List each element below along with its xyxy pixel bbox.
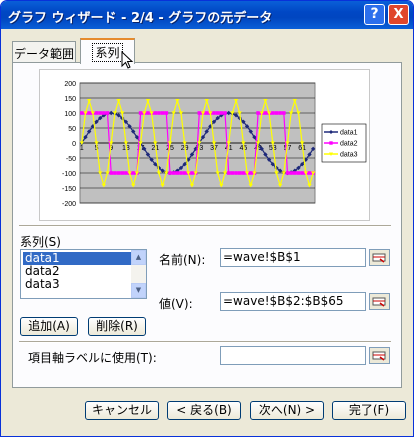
data-point (296, 171, 301, 175)
data-point (171, 171, 176, 175)
name-label: 名前(N): (159, 253, 206, 267)
tab-data-range-label: データ範囲 (13, 47, 74, 61)
legend-label: data2 (340, 141, 358, 148)
data-point (263, 111, 268, 115)
tab-series-label: 系列 (92, 43, 123, 62)
values-range-selector-button[interactable] (369, 293, 390, 310)
remove-series-button[interactable]: 削除(R) (88, 317, 146, 336)
data-point (285, 171, 290, 175)
data-point (98, 111, 102, 115)
data-point (278, 111, 282, 115)
chart-svg: 200150100500-50-100-150-2001 5 9 13 17 21 25 29… (62, 81, 367, 208)
range-selector-icon (372, 253, 386, 263)
y-tick-label: 0 (72, 141, 76, 148)
name-range-selector-button[interactable] (369, 249, 390, 266)
data-point (248, 171, 253, 175)
values-label: 値(V): (159, 297, 193, 311)
data-point (124, 171, 128, 175)
legend-label: data3 (340, 152, 358, 159)
finish-button[interactable]: 完了(F) (332, 401, 406, 420)
data-point (300, 171, 304, 175)
data-point (87, 111, 91, 115)
mouse-pointer-icon (121, 51, 134, 69)
data-point (131, 171, 136, 175)
y-tick-label: 50 (68, 126, 76, 133)
legend-label: data1 (340, 130, 358, 137)
name-field[interactable]: =wave!$B$1 (220, 248, 366, 267)
y-tick-label: -150 (62, 186, 76, 193)
help-button[interactable]: ? (364, 4, 385, 25)
data-point (256, 111, 260, 115)
data-point (113, 171, 117, 175)
data-point (182, 171, 187, 175)
data-point (226, 171, 231, 175)
data-point (168, 171, 172, 175)
data-point (241, 171, 246, 175)
series-list-scrollbar[interactable]: ▲ ▼ (131, 250, 146, 298)
cancel-button[interactable]: キャンセル (85, 401, 159, 420)
data-point (164, 111, 169, 115)
data-point (179, 171, 183, 175)
category-range-selector-button[interactable] (369, 347, 390, 364)
data-point (219, 111, 224, 115)
data-point (307, 171, 312, 175)
data-point (293, 171, 297, 175)
data-point (204, 111, 209, 115)
tab-data-range[interactable]: データ範囲 (12, 41, 76, 63)
data-point (223, 111, 227, 115)
data-point (120, 171, 125, 175)
data-point (175, 171, 180, 175)
values-field[interactable]: =wave!$B$2:$B$65 (220, 292, 366, 311)
data-point (270, 111, 275, 115)
y-tick-label: 200 (64, 81, 76, 88)
back-button[interactable]: < 戻る(B) (167, 401, 241, 420)
data-point (197, 111, 202, 115)
legend-marker (329, 141, 333, 145)
data-point (138, 111, 143, 115)
data-point (215, 111, 220, 115)
y-tick-label: -50 (66, 156, 76, 163)
category-axis-field[interactable] (220, 346, 366, 365)
chart-preview: 200 150 100 50 0 -50 -100 -150 -200 1 5 9 13 17 21 25 29… (39, 69, 370, 221)
close-button[interactable]: X (388, 4, 409, 25)
data-point (237, 171, 242, 175)
range-selector-icon (372, 297, 386, 307)
y-tick-label: -100 (62, 171, 76, 178)
data-point (157, 111, 161, 115)
data-point (160, 111, 165, 115)
data-point (274, 111, 279, 115)
data-point (234, 171, 238, 175)
data-point (212, 111, 216, 115)
window-title: グラフ ウィザード - 2/4 - グラフの元データ (8, 11, 273, 26)
title-bar[interactable]: グラフ ウィザード - 2/4 - グラフの元データ ? X (1, 1, 413, 29)
data-point (230, 171, 235, 175)
data-point (80, 111, 84, 115)
series-list-item[interactable]: data3 (23, 278, 133, 291)
category-axis-label: 項目軸ラベルに使用(T): (28, 351, 157, 365)
data-point (109, 171, 114, 175)
y-tick-label: 100 (64, 111, 76, 118)
data-point (289, 171, 293, 175)
data-point (146, 111, 150, 115)
data-point (94, 111, 99, 115)
data-point (153, 111, 158, 115)
series-list-label: 系列(S) (20, 235, 61, 249)
scroll-up-icon[interactable]: ▲ (131, 250, 146, 265)
separator-top (19, 225, 391, 227)
data-point (281, 111, 286, 115)
range-selector-icon (372, 351, 386, 361)
data-point (116, 171, 121, 175)
series-listbox[interactable]: data1 data2 data3 ▲ ▼ (20, 249, 147, 299)
y-tick-label: -200 (62, 201, 76, 208)
y-tick-label: 150 (64, 96, 76, 103)
x-tick-label: 1 (80, 145, 84, 152)
data-point (105, 111, 110, 115)
separator-bottom (19, 341, 391, 343)
scroll-down-icon[interactable]: ▼ (131, 283, 146, 298)
chart-wizard-dialog: グラフ ウィザード - 2/4 - グラフの元データ ? X データ範囲 系列 … (0, 0, 414, 437)
data-point (190, 171, 194, 175)
data-point (102, 111, 106, 115)
next-button[interactable]: 次へ(N) > (250, 401, 324, 420)
add-series-button[interactable]: 追加(A) (20, 317, 78, 336)
